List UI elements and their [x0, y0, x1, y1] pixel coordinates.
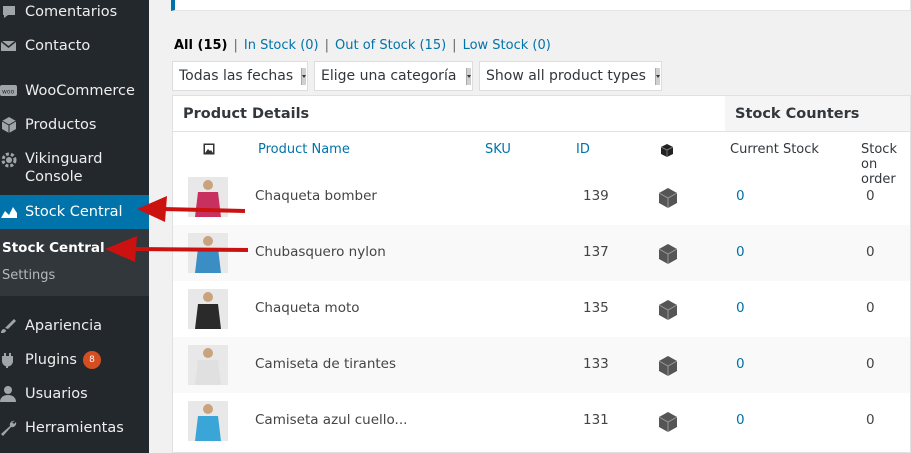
stock-on-order-value: 0 [866, 188, 875, 204]
chevron-down-icon [655, 68, 660, 85]
product-thumbnail[interactable] [188, 289, 228, 329]
table-row[interactable]: Chaqueta moto 135 0 0 [173, 281, 910, 337]
product-id: 131 [583, 412, 609, 428]
product-id: 133 [583, 356, 609, 372]
simple-product-icon [658, 412, 678, 432]
menu-label: WooCommerce [25, 83, 135, 99]
chevron-down-icon [466, 68, 471, 85]
menu-herramientas[interactable]: Herramientas [0, 419, 149, 437]
stock-on-order-value: 0 [866, 300, 875, 316]
product-id: 139 [583, 188, 609, 204]
table-row[interactable]: Camiseta de tirantes 133 0 0 [173, 337, 910, 393]
select-value: Elige una categoría [321, 68, 457, 84]
product-name[interactable]: Chubasquero nylon [255, 244, 386, 260]
col-current-stock: Current Stock [730, 142, 819, 157]
user-icon [0, 386, 16, 402]
admin-sidebar: Comentarios Contacto woo WooCommerce Pro… [0, 0, 149, 453]
menu-label: Herramientas [25, 420, 124, 436]
chevron-down-icon [301, 68, 306, 85]
menu-label: Productos [25, 117, 97, 133]
stock-on-order-value: 0 [866, 244, 875, 260]
group-stock-counters: Stock Counters [725, 96, 910, 132]
simple-product-icon [658, 356, 678, 376]
product-type-select[interactable]: Show all product types [479, 61, 662, 91]
menu-contacto[interactable]: Contacto [0, 37, 149, 55]
filter-in-stock[interactable]: In Stock (0) [244, 38, 319, 53]
comment-icon [3, 6, 15, 18]
mail-icon [0, 40, 17, 51]
current-stock-value[interactable]: 0 [736, 188, 745, 204]
product-id: 135 [583, 300, 609, 316]
col-id[interactable]: ID [576, 142, 590, 157]
menu-apariencia[interactable]: Apariencia [0, 317, 149, 335]
stock-filter-links: All (15) | In Stock (0) | Out of Stock (15) |… [174, 38, 551, 53]
update-count-badge: 8 [82, 351, 101, 369]
table-row[interactable]: Camiseta azul cuello... 131 0 0 [173, 393, 910, 449]
separator: | [233, 38, 238, 53]
svg-text:woo: woo [2, 89, 15, 96]
paintbrush-icon [1, 319, 16, 333]
select-value: Show all product types [486, 68, 646, 84]
simple-product-icon [658, 244, 678, 264]
group-product-details: Product Details [173, 96, 725, 132]
current-stock-value[interactable]: 0 [736, 244, 745, 260]
menu-usuarios[interactable]: Usuarios [0, 385, 149, 403]
notice-box [171, 0, 911, 11]
filter-out-of-stock[interactable]: Out of Stock (15) [335, 38, 446, 53]
stock-on-order-value: 0 [866, 356, 875, 372]
separator: | [452, 38, 457, 53]
woocommerce-icon: woo [0, 85, 17, 96]
product-name[interactable]: Camiseta de tirantes [255, 356, 396, 372]
submenu-settings[interactable]: Settings [2, 268, 55, 283]
product-thumbnail[interactable] [188, 345, 228, 385]
filter-all[interactable]: All (15) [174, 38, 227, 53]
filter-low-stock[interactable]: Low Stock (0) [463, 38, 551, 53]
stock-on-order-value: 0 [866, 412, 875, 428]
separator: | [324, 38, 329, 53]
simple-product-icon [658, 300, 678, 320]
stock-table: Product Details Stock Counters Product N… [172, 95, 911, 453]
menu-label: Apariencia [25, 318, 102, 334]
menu-label: Plugins 8 [25, 351, 101, 369]
col-sku[interactable]: SKU [485, 142, 511, 157]
simple-product-icon [658, 188, 678, 208]
menu-label: Vikinguard Console [25, 151, 103, 185]
box-icon [1, 117, 17, 133]
menu-plugins[interactable]: Plugins 8 [0, 351, 149, 369]
menu-label: Usuarios [25, 386, 88, 402]
category-filter-select[interactable]: Elige una categoría [314, 61, 473, 91]
annotation-arrow-2 [105, 236, 249, 262]
menu-comentarios[interactable]: Comentarios [0, 3, 149, 21]
menu-productos[interactable]: Productos [0, 116, 149, 134]
product-id: 137 [583, 244, 609, 260]
product-type-icon [661, 144, 673, 157]
col-product-name[interactable]: Product Name [258, 142, 350, 157]
product-name[interactable]: Chaqueta bomber [255, 188, 377, 204]
chart-icon [1, 207, 17, 218]
product-name[interactable]: Chaqueta moto [255, 300, 360, 316]
plugin-icon [1, 353, 13, 368]
menu-vikinguard[interactable]: Vikinguard Console [0, 150, 149, 186]
current-stock-value[interactable]: 0 [736, 356, 745, 372]
menu-label: Comentarios [25, 4, 118, 20]
image-icon[interactable] [203, 143, 215, 155]
date-filter-select[interactable]: Todas las fechas [172, 61, 308, 91]
menu-stock-central[interactable]: Stock Central [0, 195, 149, 229]
current-stock-value[interactable]: 0 [736, 412, 745, 428]
wrench-icon [1, 420, 17, 436]
table-row[interactable]: Chaqueta bomber 139 0 0 [173, 169, 910, 225]
gear-icon [1, 152, 17, 168]
menu-label: Contacto [25, 38, 91, 54]
select-value: Todas las fechas [179, 68, 294, 84]
menu-woocommerce[interactable]: woo WooCommerce [0, 82, 149, 100]
product-name[interactable]: Camiseta azul cuello... [255, 412, 407, 428]
menu-label: Stock Central [25, 204, 123, 220]
table-row[interactable]: Chubasquero nylon 137 0 0 [173, 225, 910, 281]
annotation-arrow-1 [137, 196, 246, 222]
current-stock-value[interactable]: 0 [736, 300, 745, 316]
submenu-stock-central[interactable]: Stock Central [2, 240, 105, 256]
product-thumbnail[interactable] [188, 401, 228, 441]
main-content: All (15) | In Stock (0) | Out of Stock (15) |… [149, 0, 911, 453]
